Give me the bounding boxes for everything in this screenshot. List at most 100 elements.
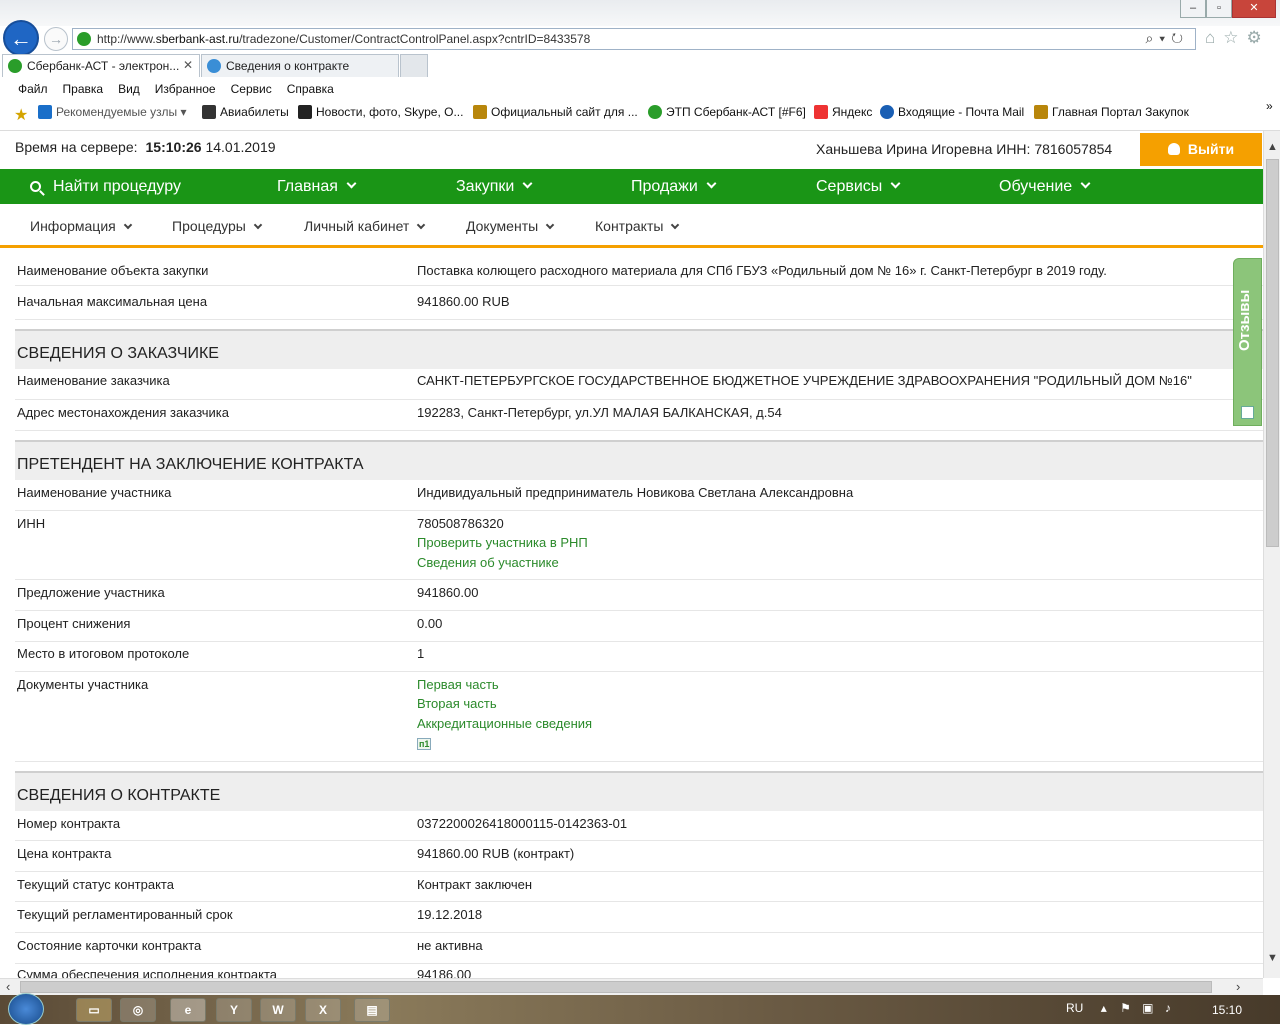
browser-tools: ⌂☆⚙ bbox=[1205, 28, 1270, 48]
hscroll-thumb[interactable] bbox=[20, 981, 1212, 993]
archive-icon[interactable]: ▤ bbox=[354, 998, 390, 1022]
favorites-overflow[interactable]: » bbox=[1266, 99, 1273, 113]
tray-expand-icon[interactable]: ▴ bbox=[1101, 1001, 1107, 1015]
nav-services[interactable]: Сервисы bbox=[816, 169, 901, 204]
back-button[interactable]: ← bbox=[3, 20, 39, 56]
menu-view[interactable]: Вид bbox=[118, 78, 140, 100]
close-window-button[interactable]: ✕ bbox=[1232, 0, 1276, 18]
menu-edit[interactable]: Правка bbox=[63, 78, 104, 100]
subnav-cabinet[interactable]: Личный кабинет bbox=[304, 204, 426, 248]
doc-second-part-link[interactable]: Вторая часть bbox=[417, 696, 497, 711]
row-customer-name: Наименование заказчика САНКТ-ПЕТЕРБУРГСК… bbox=[15, 369, 1263, 400]
menu-bar: Файл Правка Вид Избранное Сервис Справка bbox=[0, 78, 1280, 100]
yandex-browser-icon[interactable]: Y bbox=[216, 998, 252, 1022]
doc-accreditation-link[interactable]: Аккредитационные сведения bbox=[417, 716, 592, 731]
explorer-icon[interactable]: ▭ bbox=[76, 998, 112, 1022]
favorites-star-icon[interactable]: ★ bbox=[14, 105, 28, 125]
subnav-procedures[interactable]: Процедуры bbox=[172, 204, 263, 248]
url-text[interactable]: http://www.sberbank-ast.ru/tradezone/Cus… bbox=[97, 32, 590, 46]
check-rnp-link[interactable]: Проверить участника в РНП bbox=[417, 535, 588, 550]
nav-purchases[interactable]: Закупки bbox=[456, 169, 533, 204]
tab-sberbank[interactable]: Сбербанк-АСТ - электрон... ✕ bbox=[2, 54, 200, 77]
fav-recommended[interactable]: Рекомендуемые узлы ▾ bbox=[38, 105, 187, 119]
subnav-info[interactable]: Информация bbox=[30, 204, 132, 248]
field-value: 780508786320 bbox=[417, 516, 504, 531]
server-time: Время на сервере: 15:10:26 14.01.2019 bbox=[15, 139, 276, 155]
word-icon[interactable]: W bbox=[260, 998, 296, 1022]
field-value: САНКТ-ПЕТЕРБУРГСКОЕ ГОСУДАРСТВЕННОЕ БЮДЖ… bbox=[417, 373, 1192, 388]
field-value: Индивидуальный предприниматель Новикова … bbox=[417, 485, 854, 500]
row-max-price: Начальная максимальная цена 941860.00 RU… bbox=[15, 286, 1263, 320]
subnav-documents[interactable]: Документы bbox=[466, 204, 555, 248]
maximize-button[interactable]: ▫ bbox=[1206, 0, 1232, 18]
fav-official-site[interactable]: Официальный сайт для ... bbox=[473, 105, 638, 119]
section-contract-heading: СВЕДЕНИЯ О КОНТРАКТЕ bbox=[15, 771, 1263, 811]
favorites-bar: ★ Рекомендуемые узлы ▾ Авиабилеты Новост… bbox=[0, 99, 1280, 127]
flag-icon[interactable]: ⚑ bbox=[1120, 1001, 1131, 1015]
participant-info-link[interactable]: Сведения об участнике bbox=[417, 555, 559, 570]
new-tab-button[interactable] bbox=[400, 54, 428, 77]
home-icon[interactable]: ⌂ bbox=[1205, 28, 1223, 47]
scroll-left-icon[interactable]: ‹ bbox=[6, 979, 10, 994]
field-value: 94186.00 bbox=[417, 967, 472, 978]
field-label: ИНН bbox=[17, 516, 46, 531]
scroll-down-icon[interactable]: ▼ bbox=[1267, 952, 1278, 964]
refresh-icon[interactable]: ↻ bbox=[1171, 30, 1189, 46]
volume-icon[interactable]: ♪ bbox=[1165, 1001, 1171, 1015]
window-titlebar bbox=[0, 0, 1280, 26]
scroll-thumb[interactable] bbox=[1266, 159, 1279, 547]
minimize-button[interactable]: – bbox=[1180, 0, 1206, 18]
gear-icon[interactable]: ⚙ bbox=[1247, 28, 1270, 47]
start-button[interactable] bbox=[8, 993, 44, 1025]
doc-first-part-link[interactable]: Первая часть bbox=[417, 677, 499, 692]
nav-find-procedure[interactable]: Найти процедуру bbox=[30, 169, 181, 204]
close-tab-icon[interactable]: ✕ bbox=[183, 58, 193, 72]
nav-sales[interactable]: Продажи bbox=[631, 169, 717, 204]
chevron-down-icon bbox=[1080, 178, 1091, 189]
fav-yandex[interactable]: Яндекс bbox=[814, 105, 872, 119]
field-value: 0372200026418000115-0142363-01 bbox=[417, 816, 628, 831]
network-icon[interactable]: ▣ bbox=[1142, 1001, 1153, 1015]
search-icon[interactable]: ⌕ bbox=[1145, 30, 1159, 46]
fav-mail[interactable]: Входящие - Почта Mail bbox=[880, 105, 1024, 119]
feedback-tab[interactable]: Отзывы bbox=[1233, 258, 1262, 426]
row-participant-offer: Предложение участника 941860.00 bbox=[15, 580, 1263, 611]
field-label: Цена контракта bbox=[17, 846, 112, 861]
chevron-down-icon bbox=[522, 178, 533, 189]
subnav-contracts[interactable]: Контракты bbox=[595, 204, 680, 248]
chevron-down-icon bbox=[671, 220, 680, 230]
scroll-right-icon[interactable]: › bbox=[1236, 979, 1240, 994]
address-bar[interactable]: http://www.sberbank-ast.ru/tradezone/Cus… bbox=[72, 28, 1196, 50]
field-value: 19.12.2018 bbox=[417, 907, 483, 922]
forward-button[interactable]: → bbox=[44, 27, 68, 51]
star-icon[interactable]: ☆ bbox=[1223, 28, 1246, 47]
document-icon[interactable]: п1 bbox=[417, 738, 432, 750]
chrome-icon[interactable]: ◎ bbox=[120, 998, 156, 1022]
tab-contract[interactable]: Сведения о контракте bbox=[201, 54, 399, 77]
fav-zakupki[interactable]: Главная Портал Закупок bbox=[1034, 105, 1189, 119]
fav-tickets[interactable]: Авиабилеты bbox=[202, 105, 289, 119]
row-participant-name: Наименование участника Индивидуальный пр… bbox=[15, 480, 1263, 511]
language-indicator[interactable]: RU bbox=[1066, 1001, 1083, 1015]
fav-etp-sberbank[interactable]: ЭТП Сбербанк-АСТ [#F6] bbox=[648, 105, 806, 119]
vertical-scrollbar[interactable]: ▲ ▼ bbox=[1263, 131, 1280, 978]
fav-news[interactable]: Новости, фото, Skype, О... bbox=[298, 105, 463, 119]
scroll-up-icon[interactable]: ▲ bbox=[1267, 141, 1278, 153]
main-nav: Найти процедуру Главная Закупки Продажи … bbox=[0, 169, 1263, 204]
logout-button[interactable]: Выйти bbox=[1140, 133, 1262, 166]
address-tools[interactable]: ⌕▾↻ bbox=[1145, 30, 1189, 47]
dropdown-icon[interactable]: ▾ bbox=[1159, 30, 1171, 46]
nav-home[interactable]: Главная bbox=[277, 169, 357, 204]
nav-training[interactable]: Обучение bbox=[999, 169, 1091, 204]
clock[interactable]: 15:10 bbox=[1212, 1003, 1242, 1017]
menu-tools[interactable]: Сервис bbox=[231, 78, 272, 100]
menu-help[interactable]: Справка bbox=[287, 78, 334, 100]
ie-icon[interactable]: e bbox=[170, 998, 206, 1022]
menu-file[interactable]: Файл bbox=[18, 78, 48, 100]
row-contract-price: Цена контракта 941860.00 RUB (контракт) bbox=[15, 841, 1263, 872]
top-info-bar: Время на сервере: 15:10:26 14.01.2019 Хан… bbox=[0, 131, 1263, 169]
row-participant-inn: ИНН 780508786320 Проверить участника в Р… bbox=[15, 511, 1263, 580]
excel-icon[interactable]: X bbox=[305, 998, 341, 1022]
menu-favorites[interactable]: Избранное bbox=[155, 78, 216, 100]
horizontal-scrollbar[interactable]: ‹ › bbox=[0, 978, 1263, 995]
